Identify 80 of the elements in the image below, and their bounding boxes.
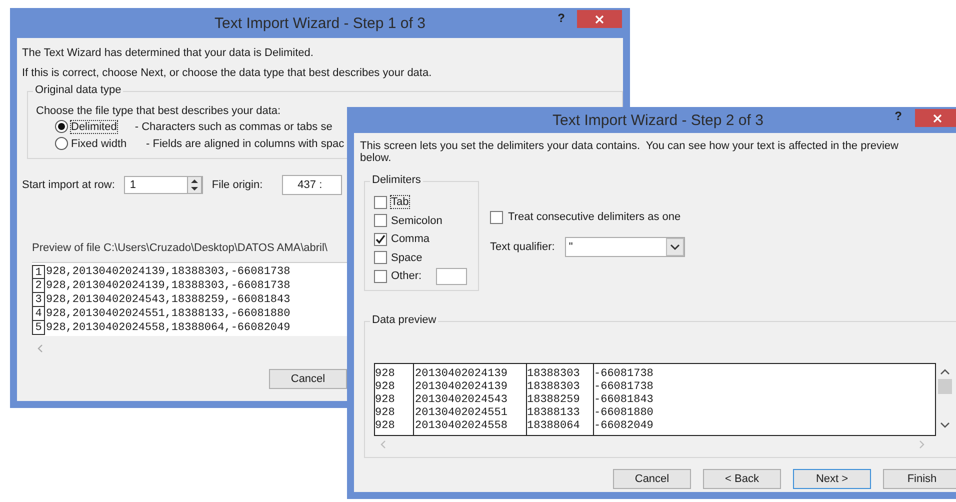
group-label: Data preview [370,314,438,326]
scroll-up-icon[interactable] [940,368,950,375]
window-title: Text Import Wizard - Step 1 of 3 [214,14,426,32]
scrollbar-thumb[interactable] [938,379,952,394]
line-number: 3 [32,293,45,307]
intro-text: The Text Wizard has determined that your data is Delimited. [22,46,314,61]
table-cell: 20130402024139 [413,364,526,381]
radio-label[interactable]: Delimited [71,120,117,132]
table-cell: -66082049 [593,420,654,435]
preview-label: Preview of file C:\Users\Cruzado\Desktop\DATOS AMA\abril\ [32,242,328,254]
checkbox-label[interactable]: Comma [391,233,430,246]
table-cell: 20130402024558 [413,420,526,435]
table-cell-text: 928 [375,394,396,407]
table-cell: 18388133 [526,407,593,420]
file-origin-dropdown[interactable]: 437 : [282,175,342,195]
table-cell-text: 928 [375,367,396,381]
checkbox-label[interactable]: Space [391,252,422,264]
table-cell: -66081738 [593,364,654,381]
table-cell: -66081738 [593,381,654,394]
radio-button[interactable] [55,137,68,150]
checkbox[interactable] [374,196,387,209]
table-cell: 18388259 [526,394,593,407]
preview-line: 928,20130402024551,18388133,-66081880 [46,307,290,321]
table-cell: 18388303 [526,381,593,394]
option-description: - Characters such as commas or tabs se [134,120,332,132]
checkbox-label[interactable]: Treat consecutive delimiters as one [508,211,681,224]
field-label: Text qualifier: [490,240,555,252]
table-cell-text: 928 [375,381,396,394]
radio-label[interactable]: Fixed width [71,138,146,150]
table-cell: 20130402024543 [413,394,526,407]
table-cell: 20130402024139 [413,381,526,394]
wizard-button[interactable]: Finish [883,469,956,489]
table-cell: -66081880 [593,407,654,420]
prompt-text: Choose the file type that best describes your data: [36,104,281,118]
table-cell: 18388303 [526,364,593,381]
wizard-button[interactable]: Cancel [613,469,691,489]
checkbox[interactable] [374,251,387,264]
checkbox-label[interactable]: Other: [391,270,422,282]
group-label: Original data type [33,84,124,96]
spin-arrows-icon[interactable] [186,176,202,194]
table-cell: -66081843 [593,394,654,407]
line-number: 2 [32,279,45,293]
line-number: 4 [32,307,45,321]
close-icon [595,14,604,24]
window-title: Text Import Wizard - Step 2 of 3 [552,112,764,128]
checkbox[interactable] [374,214,387,228]
preview-line: 928,20130402024543,18388259,-66081843 [46,293,290,307]
close-button[interactable] [915,109,956,127]
cancel-button[interactable]: Cancel [269,369,347,389]
line-number: 5 [32,321,45,335]
qualifier-dropdown[interactable]: " [564,236,685,256]
intro-text: This screen lets you set the delimiters your data contains. You can see how your text is affected in the preview below. [360,140,900,164]
table-cell-text: 928 [375,407,396,420]
line-number: 1 [32,265,45,279]
table-cell: 18388064 [526,420,593,435]
table-cell-text: 928 [375,420,396,434]
row-spinner[interactable]: 1 [124,176,203,194]
other-input[interactable] [436,268,467,285]
field-label: Start import at row: [22,179,115,191]
preview-line: 928,20130402024139,18388303,-66081738 [46,265,290,279]
field-label: File origin: [212,179,263,191]
option-description: - Fields are aligned in columns with spac [146,138,344,150]
table-cell: 20130402024551 [413,407,526,420]
checkbox[interactable] [490,210,503,224]
checkbox-label[interactable]: Semicolon [391,214,442,227]
wizard-button[interactable]: < Back [703,469,781,489]
preview-line: 928,20130402024139,18388303,-66081738 [46,279,290,293]
preview-line: 928,20130402024558,18388064,-66082049 [46,321,290,335]
scroll-down-icon[interactable] [940,422,950,429]
help-button[interactable]: ? [558,11,565,25]
checkbox[interactable] [374,232,387,246]
checkbox[interactable] [374,270,387,283]
radio-button[interactable] [55,120,68,133]
close-icon [933,114,942,122]
close-button[interactable] [577,10,622,28]
intro-text: If this is correct, choose Next, or choose the data type that best describes your data. [22,66,432,81]
checkbox-label[interactable]: Tab [391,196,409,208]
help-button[interactable]: ? [894,109,902,123]
wizard-button[interactable]: Next > [793,469,871,489]
group-label: Delimiters [370,174,423,186]
